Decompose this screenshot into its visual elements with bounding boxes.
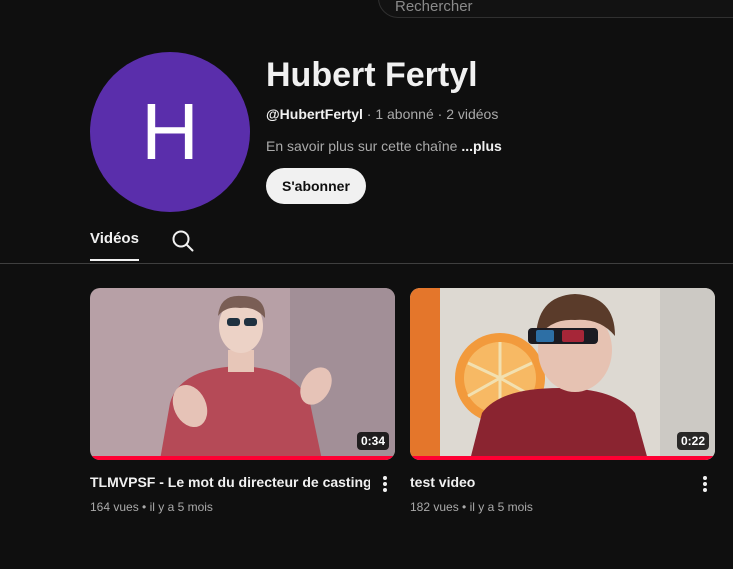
upload-age: il y a 5 mois bbox=[469, 500, 533, 514]
video-thumbnail[interactable]: 0:34 bbox=[90, 288, 395, 460]
watch-progress-bar bbox=[410, 456, 715, 460]
upload-age: il y a 5 mois bbox=[149, 500, 213, 514]
channel-meta: @HubertFertyl · 1 abonné · 2 vidéos bbox=[266, 106, 498, 122]
video-stats: 164 vues • il y a 5 mois bbox=[90, 500, 213, 514]
subscribe-button[interactable]: S'abonner bbox=[266, 168, 366, 204]
meta-separator: · bbox=[433, 106, 447, 122]
video-duration: 0:34 bbox=[356, 432, 389, 450]
about-text: En savoir plus sur cette chaîne bbox=[266, 138, 462, 154]
avatar-letter: H bbox=[141, 87, 199, 176]
search-icon[interactable] bbox=[170, 228, 196, 254]
stats-separator: • bbox=[138, 500, 150, 514]
search-box[interactable] bbox=[378, 0, 733, 18]
more-options-icon[interactable] bbox=[697, 474, 713, 494]
tab-videos[interactable]: Vidéos bbox=[90, 230, 139, 261]
channel-handle: @HubertFertyl bbox=[266, 106, 363, 122]
channel-name: Hubert Fertyl bbox=[266, 56, 478, 94]
video-card[interactable]: 0:34 TLMVPSF - Le mot du directeur de ca… bbox=[90, 288, 395, 514]
video-stats: 182 vues • il y a 5 mois bbox=[410, 500, 533, 514]
video-card[interactable]: 0:22 test video 182 vues • il y a 5 mois bbox=[410, 288, 715, 514]
subscriber-count: 1 abonné bbox=[375, 106, 434, 122]
about-more[interactable]: ...plus bbox=[461, 138, 501, 154]
stats-separator: • bbox=[458, 500, 470, 514]
meta-separator: · bbox=[362, 106, 376, 122]
view-count: 164 vues bbox=[90, 500, 139, 514]
video-title[interactable]: TLMVPSF - Le mot du directeur de casting… bbox=[90, 474, 370, 490]
about-channel-link[interactable]: En savoir plus sur cette chaîne ...plus bbox=[266, 138, 502, 154]
watch-progress-bar bbox=[90, 456, 395, 460]
more-options-icon[interactable] bbox=[377, 474, 393, 494]
video-thumbnail[interactable]: 0:22 bbox=[410, 288, 715, 460]
video-count: 2 vidéos bbox=[446, 106, 499, 122]
channel-avatar: H bbox=[90, 52, 250, 212]
view-count: 182 vues bbox=[410, 500, 459, 514]
video-title[interactable]: test video bbox=[410, 474, 690, 490]
channel-tabs: Vidéos bbox=[0, 222, 733, 264]
search-input[interactable] bbox=[395, 0, 695, 16]
video-duration: 0:22 bbox=[676, 432, 709, 450]
